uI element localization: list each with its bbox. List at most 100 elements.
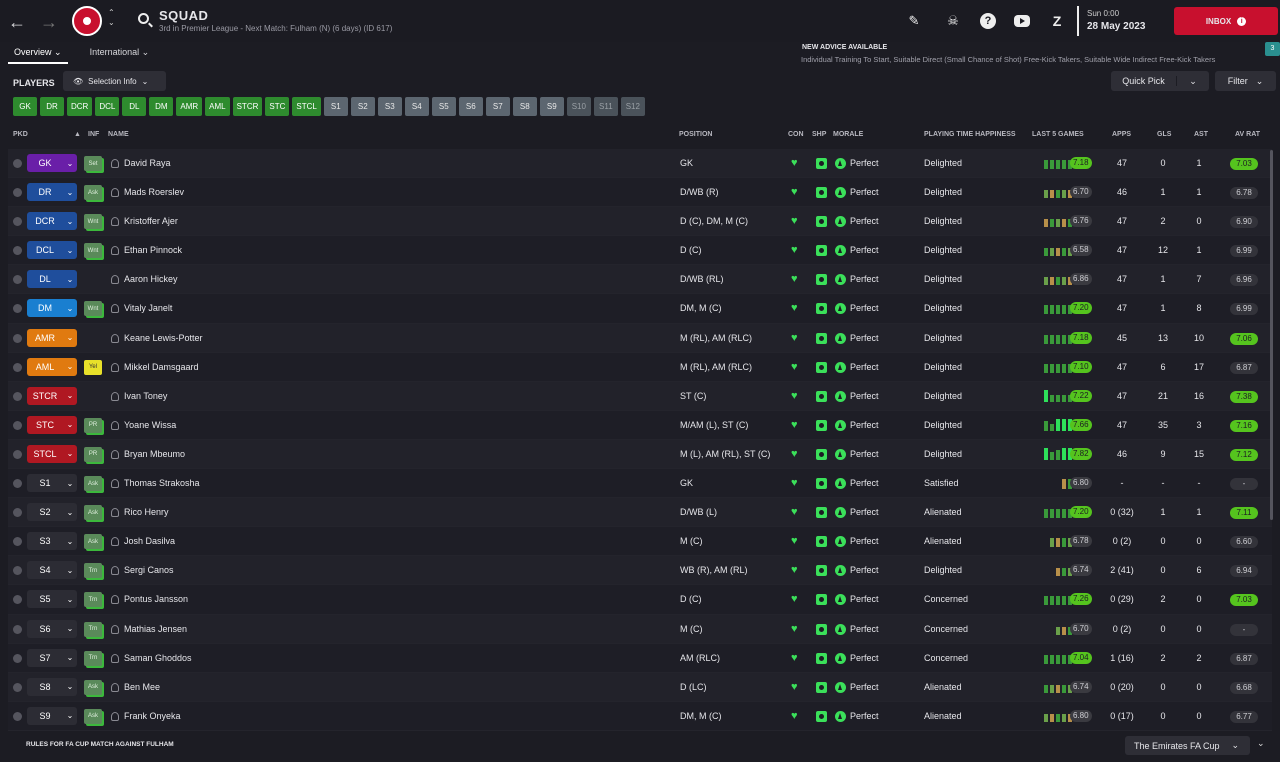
forward-arrow-icon[interactable]: →	[40, 12, 58, 33]
selection-dropdown[interactable]: DCL ⌄	[27, 241, 77, 260]
col-con[interactable]: CON	[788, 131, 804, 138]
search-icon[interactable]	[138, 13, 149, 24]
skull-icon[interactable]: ☠	[945, 13, 961, 29]
player-name[interactable]: Ivan Toney	[124, 391, 167, 401]
col-gls[interactable]: GLS	[1157, 131, 1171, 138]
position-button[interactable]: S3	[377, 97, 402, 116]
table-row[interactable]: STCR ⌄ Ivan Toney ST (C) ♥ Perfect Delig…	[8, 381, 1272, 411]
col-last5[interactable]: LAST 5 GAMES	[1032, 131, 1084, 138]
col-apps[interactable]: APPS	[1112, 131, 1131, 138]
position-button[interactable]: S5	[431, 97, 456, 116]
selection-dropdown[interactable]: S8 ⌄	[27, 677, 77, 696]
select-checkbox[interactable]	[13, 711, 22, 721]
select-checkbox[interactable]	[13, 333, 22, 343]
select-checkbox[interactable]	[13, 508, 22, 518]
inf-badge[interactable]: Ask	[84, 185, 102, 201]
player-name[interactable]: Vitaly Janelt	[124, 303, 172, 313]
position-button[interactable]: S6	[458, 97, 483, 116]
select-checkbox[interactable]	[13, 449, 22, 459]
select-checkbox[interactable]	[13, 304, 22, 314]
filter-button[interactable]: Filter ⌄	[1215, 71, 1276, 91]
selection-dropdown[interactable]: DL ⌄	[27, 270, 77, 289]
back-arrow-icon[interactable]: ←	[8, 12, 26, 33]
player-name[interactable]: Kristoffer Ajer	[124, 216, 178, 226]
col-ast[interactable]: AST	[1194, 131, 1208, 138]
position-button[interactable]: S11	[593, 97, 618, 116]
player-name[interactable]: Rico Henry	[124, 507, 169, 517]
selection-dropdown[interactable]: DM ⌄	[27, 299, 77, 318]
table-row[interactable]: S9 ⌄ Ask Frank Onyeka DM, M (C) ♥ Perfec…	[8, 701, 1272, 731]
selection-dropdown[interactable]: GK ⌄	[27, 154, 77, 172]
select-checkbox[interactable]	[13, 624, 22, 634]
expand-chevron-icon[interactable]: ⌄	[1257, 738, 1265, 749]
inf-badge[interactable]: Ask	[84, 708, 102, 724]
player-name[interactable]: Thomas Strakosha	[124, 478, 200, 488]
table-row[interactable]: GK ⌄ Set David Raya GK ♥ Perfect Delight…	[8, 149, 1272, 179]
inf-badge[interactable]: Ask	[84, 534, 102, 550]
position-button[interactable]: GK	[13, 97, 37, 116]
inf-badge[interactable]: Trn	[84, 563, 102, 579]
position-button[interactable]: S9	[539, 97, 564, 116]
player-name[interactable]: Aaron Hickey	[124, 274, 178, 284]
position-button[interactable]: STC	[265, 97, 290, 116]
position-button[interactable]: S2	[350, 97, 375, 116]
inf-badge[interactable]: Wnt	[84, 214, 102, 230]
player-name[interactable]: Frank Onyeka	[124, 711, 181, 721]
select-checkbox[interactable]	[13, 275, 22, 285]
select-checkbox[interactable]	[13, 246, 22, 256]
position-button[interactable]: DR	[40, 97, 64, 116]
selection-dropdown[interactable]: STCL ⌄	[27, 444, 77, 463]
player-name[interactable]: Ethan Pinnock	[124, 245, 182, 255]
game-date[interactable]: 28 May 2023	[1087, 21, 1145, 32]
position-button[interactable]: DCR	[67, 97, 93, 116]
selection-dropdown[interactable]: S7 ⌄	[27, 648, 77, 667]
col-pkd[interactable]: PKD	[13, 131, 28, 138]
player-name[interactable]: Mathias Jensen	[124, 624, 187, 634]
inbox-button[interactable]: INBOX i	[1174, 7, 1278, 35]
position-button[interactable]: S12	[620, 97, 645, 116]
col-avrat[interactable]: AV RAT	[1235, 131, 1260, 138]
position-button[interactable]: S4	[404, 97, 429, 116]
table-row[interactable]: S4 ⌄ Trn Sergi Canos WB (R), AM (RL) ♥ P…	[8, 556, 1272, 586]
position-button[interactable]: STCL	[292, 97, 321, 116]
video-play-icon[interactable]	[1014, 15, 1030, 27]
selection-dropdown[interactable]: AMR ⌄	[27, 328, 77, 347]
scrollbar[interactable]	[1270, 150, 1273, 520]
selection-dropdown[interactable]: S6 ⌄	[27, 619, 77, 638]
inf-badge[interactable]: PR	[84, 446, 102, 462]
position-button[interactable]: S10	[566, 97, 591, 116]
table-row[interactable]: DCR ⌄ Wnt Kristoffer Ajer D (C), DM, M (…	[8, 207, 1272, 237]
position-button[interactable]: S8	[512, 97, 537, 116]
selection-dropdown[interactable]: DCR ⌄	[27, 212, 77, 231]
inf-badge[interactable]: Trn	[84, 650, 102, 666]
selection-dropdown[interactable]: S9 ⌄	[27, 706, 77, 725]
competition-select[interactable]: The Emirates FA Cup ⌄	[1125, 736, 1250, 755]
select-checkbox[interactable]	[13, 595, 22, 605]
table-row[interactable]: S3 ⌄ Ask Josh Dasilva M (C) ♥ Perfect Al…	[8, 527, 1272, 557]
select-checkbox[interactable]	[13, 537, 22, 547]
club-switch-icon[interactable]: ⌃ ⌄	[108, 8, 115, 28]
inf-badge[interactable]: Wnt	[84, 243, 102, 259]
select-checkbox[interactable]	[13, 391, 22, 401]
quick-pick-button[interactable]: Quick Pick ⌄	[1111, 71, 1209, 91]
selection-dropdown[interactable]: AML ⌄	[27, 357, 77, 376]
table-row[interactable]: S6 ⌄ Trn Mathias Jensen M (C) ♥ Perfect …	[8, 614, 1272, 644]
select-checkbox[interactable]	[13, 362, 22, 372]
selection-info-dropdown[interactable]: 👁 Selection Info ⌄	[63, 71, 166, 91]
table-row[interactable]: STCL ⌄ PR Bryan Mbeumo M (L), AM (RL), S…	[8, 439, 1272, 470]
selection-dropdown[interactable]: S3 ⌄	[27, 532, 77, 551]
tab-international[interactable]: International ⌄	[84, 44, 156, 64]
table-row[interactable]: S7 ⌄ Trn Saman Ghoddos AM (RLC) ♥ Perfec…	[8, 643, 1272, 673]
player-name[interactable]: Ben Mee	[124, 682, 160, 692]
select-checkbox[interactable]	[13, 188, 22, 198]
player-name[interactable]: Pontus Jansson	[124, 594, 188, 604]
advice-title[interactable]: NEW ADVICE AVAILABLE	[802, 44, 887, 51]
club-crest[interactable]	[72, 6, 102, 36]
position-button[interactable]: DL	[122, 97, 147, 116]
table-row[interactable]: AML ⌄ Yel Mikkel Damsgaard M (RL), AM (R…	[8, 352, 1272, 382]
table-row[interactable]: DCL ⌄ Wnt Ethan Pinnock D (C) ♥ Perfect …	[8, 236, 1272, 266]
inf-badge[interactable]: Wnt	[84, 301, 102, 317]
col-shp[interactable]: SHP	[812, 131, 826, 138]
advice-count-badge[interactable]: 3	[1265, 42, 1280, 56]
player-name[interactable]: Yoane Wissa	[124, 420, 176, 430]
